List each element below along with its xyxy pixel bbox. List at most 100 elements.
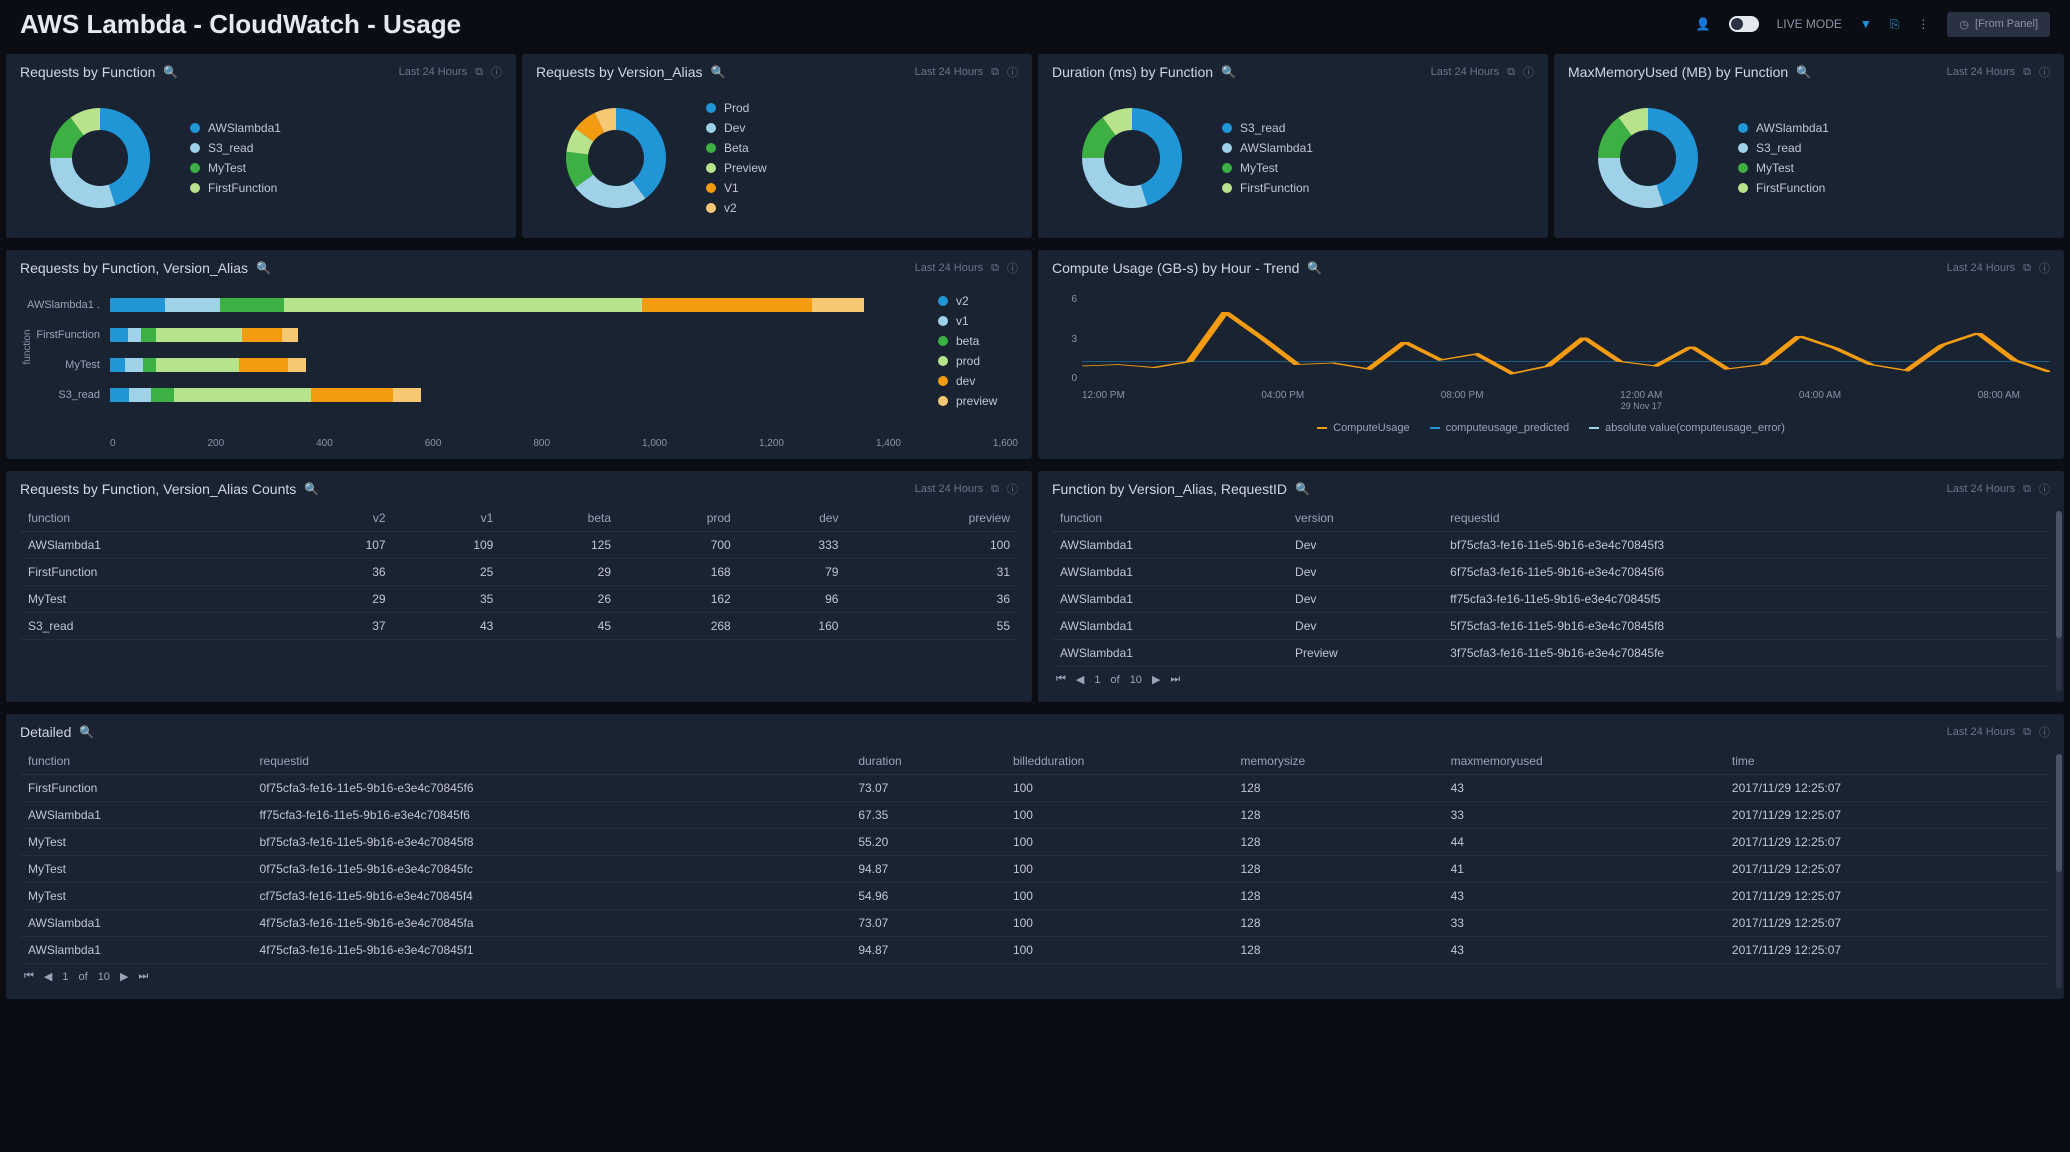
legend-item[interactable]: FirstFunction [1222,181,1313,195]
live-mode-toggle[interactable] [1729,16,1759,32]
info-icon[interactable]: ⓘ [1007,260,1018,276]
first-page-icon[interactable]: ⏮ [1056,673,1066,686]
open-icon[interactable]: ⧉ [991,262,999,275]
column-header[interactable]: version [1287,505,1442,532]
open-icon[interactable]: ⧉ [1507,66,1515,79]
legend-item[interactable]: v2 [938,294,1018,308]
table-row[interactable]: FirstFunction0f75cfa3-fe16-11e5-9b16-e3e… [20,775,2050,802]
legend-item[interactable]: preview [938,394,1018,408]
legend-item[interactable]: prod [938,354,1018,368]
magnify-icon[interactable]: 🔍 [163,65,178,79]
legend-item[interactable]: AWSlambda1 [1222,141,1313,155]
legend-item[interactable]: S3_read [190,141,281,155]
next-page-icon[interactable]: ▶ [120,970,128,983]
info-icon[interactable]: ⓘ [2039,64,2050,80]
table-row[interactable]: AWSlambda14f75cfa3-fe16-11e5-9b16-e3e4c7… [20,910,2050,937]
info-icon[interactable]: ⓘ [1007,64,1018,80]
legend-item[interactable]: S3_read [1222,121,1313,135]
filter-icon[interactable]: ▼ [1860,17,1872,31]
table-row[interactable]: FirstFunction3625291687931 [20,559,1018,586]
column-header[interactable]: beta [501,505,619,532]
legend-item[interactable]: MyTest [1738,161,1829,175]
magnify-icon[interactable]: 🔍 [1221,65,1236,79]
table-row[interactable]: AWSlambda1Preview3f75cfa3-fe16-11e5-9b16… [1052,640,2050,667]
table-row[interactable]: MyTest2935261629636 [20,586,1018,613]
table-row[interactable]: MyTestbf75cfa3-fe16-11e5-9b16-e3e4c70845… [20,829,2050,856]
magnify-icon[interactable]: 🔍 [1295,482,1310,496]
magnify-icon[interactable]: 🔍 [711,65,726,79]
legend-item[interactable]: S3_read [1738,141,1829,155]
info-icon[interactable]: ⓘ [1523,64,1534,80]
column-header[interactable]: function [1052,505,1287,532]
open-icon[interactable]: ⧉ [2023,726,2031,739]
column-header[interactable]: time [1724,748,2050,775]
last-page-icon[interactable]: ⏭ [1170,673,1180,686]
legend-item[interactable]: MyTest [1222,161,1313,175]
info-icon[interactable]: ⓘ [2039,724,2050,740]
column-header[interactable]: duration [850,748,1005,775]
open-icon[interactable]: ⧉ [991,483,999,496]
legend-item[interactable]: Dev [706,121,767,135]
table-row[interactable]: AWSlambda1Devbf75cfa3-fe16-11e5-9b16-e3e… [1052,532,2050,559]
column-header[interactable]: preview [846,505,1018,532]
info-icon[interactable]: ⓘ [1007,481,1018,497]
magnify-icon[interactable]: 🔍 [1796,65,1811,79]
legend-item[interactable]: AWSlambda1 [1738,121,1829,135]
magnify-icon[interactable]: 🔍 [1307,261,1322,275]
open-icon[interactable]: ⧉ [991,66,999,79]
legend-item[interactable]: v2 [706,201,767,215]
share-icon[interactable]: ⎘ [1890,17,1900,32]
column-header[interactable]: maxmemoryused [1443,748,1724,775]
table-row[interactable]: AWSlambda1ff75cfa3-fe16-11e5-9b16-e3e4c7… [20,802,2050,829]
legend-item[interactable]: Preview [706,161,767,175]
column-header[interactable]: v1 [394,505,502,532]
table-row[interactable]: MyTest0f75cfa3-fe16-11e5-9b16-e3e4c70845… [20,856,2050,883]
table-row[interactable]: S3_read37434526816055 [20,613,1018,640]
scrollbar[interactable] [2056,754,2062,989]
magnify-icon[interactable]: 🔍 [79,725,94,739]
legend-item[interactable]: AWSlambda1 [190,121,281,135]
legend-item[interactable]: MyTest [190,161,281,175]
legend-item[interactable]: Beta [706,141,767,155]
open-icon[interactable]: ⧉ [475,66,483,79]
info-icon[interactable]: ⓘ [2039,260,2050,276]
info-icon[interactable]: ⓘ [2039,481,2050,497]
column-header[interactable]: memorysize [1233,748,1443,775]
column-header[interactable]: function [20,505,286,532]
column-header[interactable]: v2 [286,505,394,532]
prev-page-icon[interactable]: ◀ [44,970,52,983]
magnify-icon[interactable]: 🔍 [256,261,271,275]
column-header[interactable]: function [20,748,252,775]
from-panel-button[interactable]: ◷ [From Panel] [1947,12,2050,37]
column-header[interactable]: requestid [252,748,851,775]
table-row[interactable]: AWSlambda1Devff75cfa3-fe16-11e5-9b16-e3e… [1052,586,2050,613]
magnify-icon[interactable]: 🔍 [304,482,319,496]
first-page-icon[interactable]: ⏮ [24,970,34,983]
legend-item[interactable]: v1 [938,314,1018,328]
column-header[interactable]: dev [739,505,847,532]
info-icon[interactable]: ⓘ [491,64,502,80]
open-icon[interactable]: ⧉ [2023,66,2031,79]
last-page-icon[interactable]: ⏭ [138,970,148,983]
legend-item[interactable]: V1 [706,181,767,195]
column-header[interactable]: prod [619,505,739,532]
table-row[interactable]: AWSlambda1107109125700333100 [20,532,1018,559]
user-icon[interactable]: 👤 [1696,17,1711,31]
open-icon[interactable]: ⧉ [2023,483,2031,496]
column-header[interactable]: billedduration [1005,748,1233,775]
legend-item[interactable]: dev [938,374,1018,388]
table-row[interactable]: AWSlambda1Dev6f75cfa3-fe16-11e5-9b16-e3e… [1052,559,2050,586]
open-icon[interactable]: ⧉ [2023,262,2031,275]
table-row[interactable]: AWSlambda1Dev5f75cfa3-fe16-11e5-9b16-e3e… [1052,613,2050,640]
table-row[interactable]: MyTestcf75cfa3-fe16-11e5-9b16-e3e4c70845… [20,883,2050,910]
legend-item[interactable]: FirstFunction [190,181,281,195]
legend-item[interactable]: Prod [706,101,767,115]
prev-page-icon[interactable]: ◀ [1076,673,1084,686]
scrollbar[interactable] [2056,511,2062,692]
next-page-icon[interactable]: ▶ [1152,673,1160,686]
legend-item[interactable]: beta [938,334,1018,348]
legend-item[interactable]: FirstFunction [1738,181,1829,195]
table-row[interactable]: AWSlambda14f75cfa3-fe16-11e5-9b16-e3e4c7… [20,937,2050,964]
column-header[interactable]: requestid [1442,505,2050,532]
more-icon[interactable]: ⋮ [1917,17,1929,31]
